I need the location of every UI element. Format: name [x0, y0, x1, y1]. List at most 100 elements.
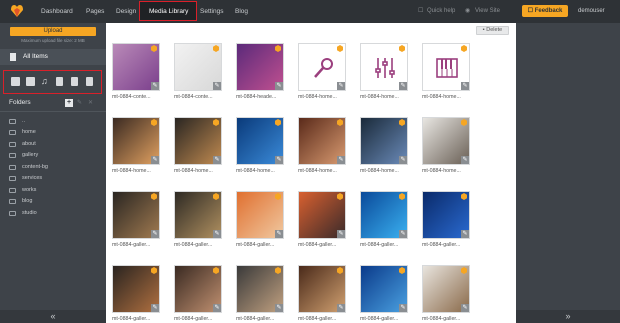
- media-thumbnail[interactable]: ✎: [236, 43, 284, 91]
- media-tile[interactable]: ✎ mt-0884-home...: [174, 117, 222, 178]
- media-thumbnail[interactable]: ✎: [236, 117, 284, 165]
- edit-icon[interactable]: ✎: [461, 156, 469, 164]
- media-tile[interactable]: ✎ mt-0884-galler...: [298, 191, 346, 252]
- edit-folder-icon[interactable]: ✎: [77, 100, 83, 106]
- media-thumbnail[interactable]: ✎: [360, 191, 408, 239]
- delete-button[interactable]: ▪ Delete: [476, 26, 509, 35]
- media-tile[interactable]: ✎ mt-0884-home...: [422, 117, 470, 178]
- edit-icon[interactable]: ✎: [275, 82, 283, 90]
- folder-item[interactable]: services: [9, 175, 99, 184]
- folder-item[interactable]: content-bg: [9, 164, 99, 173]
- edit-icon[interactable]: ✎: [151, 156, 159, 164]
- edit-icon[interactable]: ✎: [461, 304, 469, 312]
- media-tile[interactable]: ✎ mt-0884-galler...: [174, 265, 222, 323]
- media-thumbnail[interactable]: ✎: [298, 117, 346, 165]
- quick-help-link[interactable]: Quick help: [427, 0, 455, 23]
- media-tile[interactable]: ✎ mt-0884-home...: [298, 117, 346, 178]
- media-thumbnail[interactable]: ✎: [236, 265, 284, 313]
- media-thumbnail[interactable]: ✎: [174, 117, 222, 165]
- edit-icon[interactable]: ✎: [275, 304, 283, 312]
- media-tile[interactable]: ✎ mt-0884-home...: [112, 117, 160, 178]
- edit-icon[interactable]: ✎: [213, 230, 221, 238]
- image-icon[interactable]: [11, 77, 20, 86]
- media-thumbnail[interactable]: ✎: [112, 265, 160, 313]
- nav-settings[interactable]: Settings: [200, 0, 224, 23]
- edit-icon[interactable]: ✎: [275, 156, 283, 164]
- folder-item[interactable]: about: [9, 141, 99, 150]
- media-thumbnail[interactable]: ✎: [422, 43, 470, 91]
- feedback-button[interactable]: ☐ Feedback: [522, 5, 568, 17]
- archive-icon[interactable]: [86, 77, 93, 86]
- edit-icon[interactable]: ✎: [151, 304, 159, 312]
- media-tile[interactable]: ✎ mt-0884-galler...: [422, 265, 470, 323]
- nav-pages[interactable]: Pages: [86, 0, 104, 23]
- media-tile[interactable]: ✎ mt-0884-galler...: [112, 191, 160, 252]
- media-thumbnail[interactable]: ✎: [174, 43, 222, 91]
- media-tile[interactable]: ✎ mt-0884-heade...: [236, 43, 284, 104]
- edit-icon[interactable]: ✎: [399, 230, 407, 238]
- media-thumbnail[interactable]: ✎: [360, 117, 408, 165]
- media-thumbnail[interactable]: ✎: [112, 43, 160, 91]
- edit-icon[interactable]: ✎: [461, 230, 469, 238]
- media-tile[interactable]: ✎ mt-0884-home...: [236, 117, 284, 178]
- expand-panel-button[interactable]: »: [516, 310, 620, 323]
- nav-design[interactable]: Design: [116, 0, 136, 23]
- media-thumbnail[interactable]: ✎: [174, 191, 222, 239]
- edit-icon[interactable]: ✎: [337, 82, 345, 90]
- edit-icon[interactable]: ✎: [399, 156, 407, 164]
- music-icon[interactable]: ♫: [41, 77, 50, 86]
- media-tile[interactable]: ✎ mt-0884-home...: [298, 43, 346, 104]
- media-thumbnail[interactable]: ✎: [360, 43, 408, 91]
- pdf-icon[interactable]: [71, 77, 78, 86]
- video-icon[interactable]: [26, 77, 35, 86]
- document-icon[interactable]: [56, 77, 63, 86]
- media-tile[interactable]: ✎ mt-0884-galler...: [174, 191, 222, 252]
- edit-icon[interactable]: ✎: [213, 82, 221, 90]
- media-thumbnail[interactable]: ✎: [422, 191, 470, 239]
- media-thumbnail[interactable]: ✎: [112, 191, 160, 239]
- edit-icon[interactable]: ✎: [213, 304, 221, 312]
- folder-item[interactable]: works: [9, 187, 99, 196]
- edit-icon[interactable]: ✎: [337, 156, 345, 164]
- media-tile[interactable]: ✎ mt-0884-home...: [422, 43, 470, 104]
- edit-icon[interactable]: ✎: [151, 230, 159, 238]
- add-folder-button[interactable]: +: [65, 99, 73, 107]
- user-menu[interactable]: demouser: [578, 0, 605, 23]
- media-tile[interactable]: ✎ mt-0884-home...: [360, 43, 408, 104]
- media-tile[interactable]: ✎ mt-0884-galler...: [236, 191, 284, 252]
- media-thumbnail[interactable]: ✎: [422, 117, 470, 165]
- media-thumbnail[interactable]: ✎: [112, 117, 160, 165]
- media-tile[interactable]: ✎ mt-0884-galler...: [298, 265, 346, 323]
- media-thumbnail[interactable]: ✎: [298, 43, 346, 91]
- media-thumbnail[interactable]: ✎: [422, 265, 470, 313]
- media-thumbnail[interactable]: ✎: [298, 265, 346, 313]
- media-thumbnail[interactable]: ✎: [174, 265, 222, 313]
- media-thumbnail[interactable]: ✎: [236, 191, 284, 239]
- edit-icon[interactable]: ✎: [399, 304, 407, 312]
- edit-icon[interactable]: ✎: [337, 230, 345, 238]
- media-tile[interactable]: ✎ mt-0884-galler...: [360, 265, 408, 323]
- media-thumbnail[interactable]: ✎: [360, 265, 408, 313]
- media-tile[interactable]: ✎ mt-0884-galler...: [360, 191, 408, 252]
- media-thumbnail[interactable]: ✎: [298, 191, 346, 239]
- media-tile[interactable]: ✎ mt-0884-home...: [360, 117, 408, 178]
- media-tile[interactable]: ✎ mt-0884-galler...: [236, 265, 284, 323]
- nav-media-library[interactable]: Media Library: [149, 0, 188, 23]
- nav-dashboard[interactable]: Dashboard: [41, 0, 73, 23]
- media-tile[interactable]: ✎ mt-0884-conte...: [174, 43, 222, 104]
- edit-icon[interactable]: ✎: [461, 82, 469, 90]
- folder-item[interactable]: studio: [9, 210, 99, 219]
- folder-item[interactable]: gallery: [9, 152, 99, 161]
- collapse-sidebar-button[interactable]: «: [0, 310, 106, 323]
- view-site-link[interactable]: View Site: [475, 0, 500, 23]
- folder-item[interactable]: home: [9, 129, 99, 138]
- folder-item[interactable]: blog: [9, 198, 99, 207]
- nav-blog[interactable]: Blog: [235, 0, 248, 23]
- edit-icon[interactable]: ✎: [151, 82, 159, 90]
- edit-icon[interactable]: ✎: [399, 82, 407, 90]
- edit-icon[interactable]: ✎: [337, 304, 345, 312]
- edit-icon[interactable]: ✎: [275, 230, 283, 238]
- media-tile[interactable]: ✎ mt-0884-galler...: [112, 265, 160, 323]
- upload-button[interactable]: Upload: [10, 27, 96, 36]
- media-tile[interactable]: ✎ mt-0884-conte...: [112, 43, 160, 104]
